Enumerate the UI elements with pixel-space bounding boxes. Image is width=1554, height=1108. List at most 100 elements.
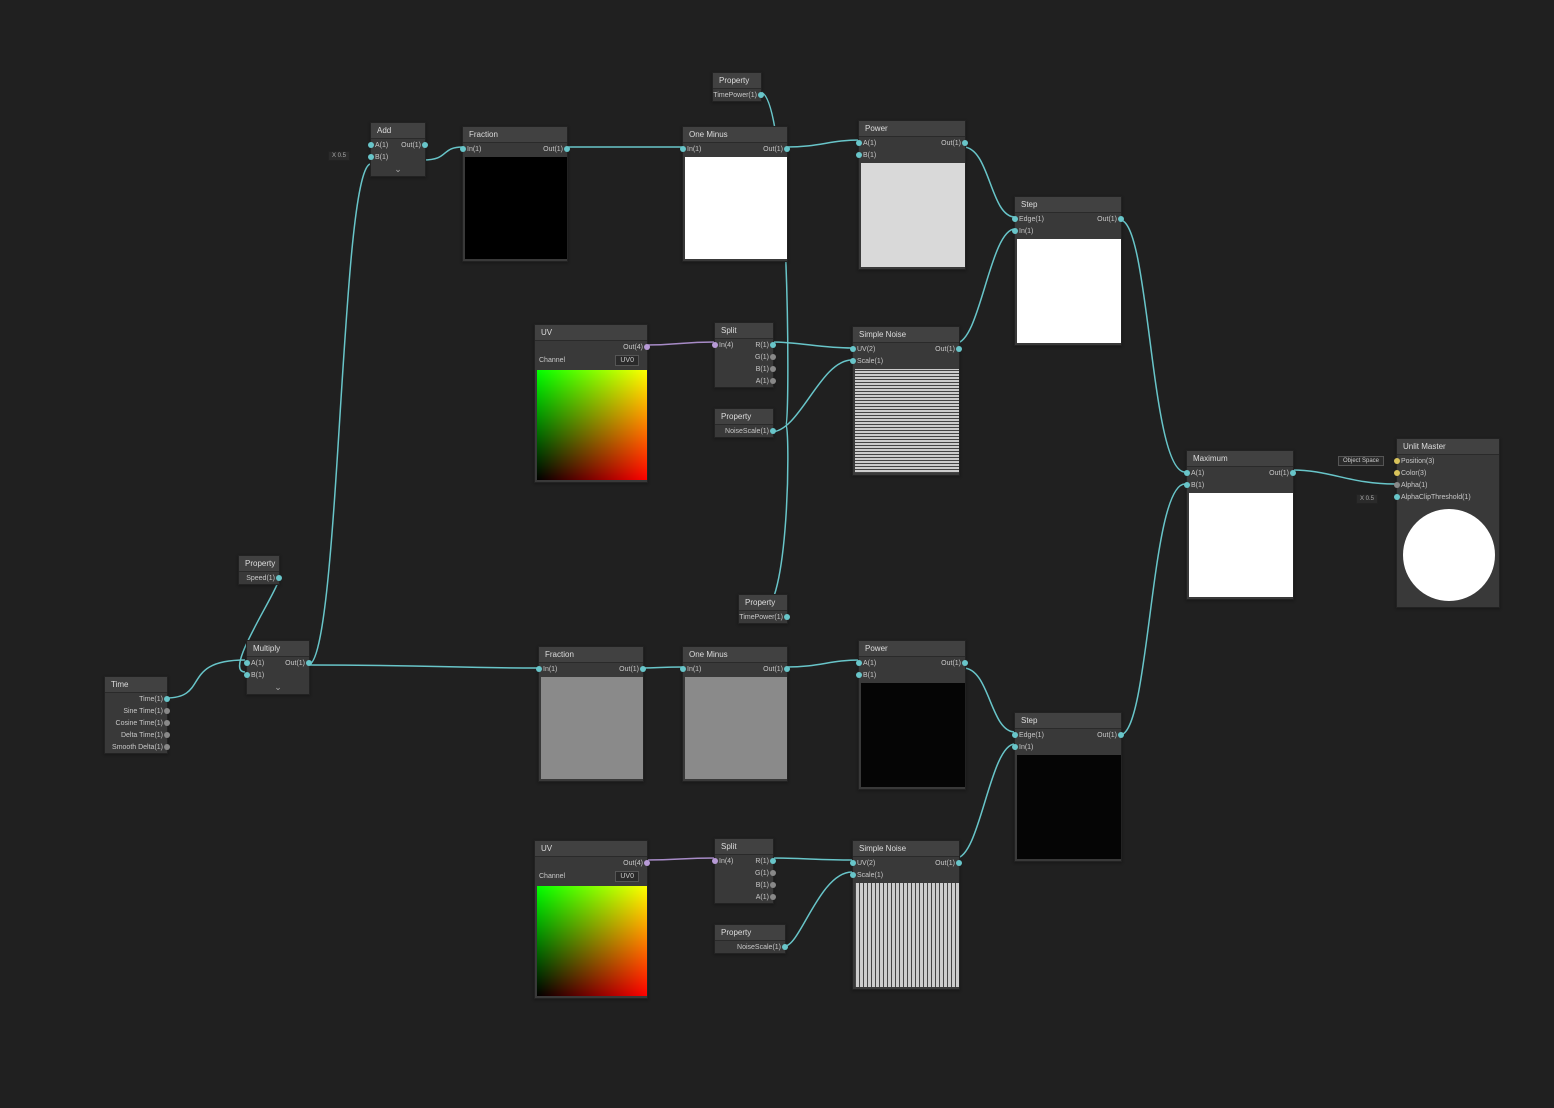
node-split-2[interactable]: Split In(4)R(1) G(1) B(1) A(1): [714, 838, 774, 904]
port-out[interactable]: [164, 708, 170, 714]
node-split-1[interactable]: Split In(4)R(1) G(1) B(1) A(1): [714, 322, 774, 388]
node-one-minus-1[interactable]: One Minus In(1)Out(1): [682, 126, 788, 262]
master-alphaclip-field[interactable]: X 0.5: [1356, 494, 1378, 504]
port-in-b[interactable]: [368, 154, 374, 160]
port-out-b[interactable]: [770, 882, 776, 888]
chevron-down-icon[interactable]: ⌄: [247, 681, 309, 694]
port-in-in[interactable]: [1012, 228, 1018, 234]
node-time[interactable]: Time Time(1) Sine Time(1) Cosine Time(1)…: [104, 676, 168, 754]
port-out[interactable]: [1290, 470, 1296, 476]
port-out[interactable]: [1118, 216, 1124, 222]
port-in-a[interactable]: [1184, 470, 1190, 476]
port-out-a[interactable]: [770, 378, 776, 384]
port-out[interactable]: [564, 146, 570, 152]
port-in-color[interactable]: [1394, 470, 1400, 476]
port-in-b[interactable]: [244, 672, 250, 678]
node-one-minus-2[interactable]: One Minus In(1)Out(1): [682, 646, 788, 782]
port-out-r[interactable]: [770, 342, 776, 348]
port-out-r[interactable]: [770, 858, 776, 864]
port-in-scale[interactable]: [850, 872, 856, 878]
port-out-a[interactable]: [770, 894, 776, 900]
port-in-alphaclip[interactable]: [1394, 494, 1400, 500]
port-in-in[interactable]: [1012, 744, 1018, 750]
port-out[interactable]: [758, 92, 764, 98]
node-title: Unlit Master: [1397, 439, 1499, 455]
port-in-uv[interactable]: [850, 346, 856, 352]
port-out[interactable]: [770, 428, 776, 434]
port-in-b[interactable]: [856, 152, 862, 158]
node-unlit-master[interactable]: Unlit Master Position(3) Color(3) Alpha(…: [1396, 438, 1500, 608]
port-in-a[interactable]: [244, 660, 250, 666]
node-simple-noise-2[interactable]: Simple Noise UV(2)Out(1) Scale(1): [852, 840, 960, 990]
port-in[interactable]: [712, 342, 718, 348]
node-step-1[interactable]: Step Edge(1)Out(1) In(1): [1014, 196, 1122, 346]
node-add[interactable]: Add A(1)Out(1) B(1) ⌄: [370, 122, 426, 177]
port-out[interactable]: [784, 666, 790, 672]
port-in[interactable]: [460, 146, 466, 152]
node-title: Power: [859, 641, 965, 657]
port-in-edge[interactable]: [1012, 732, 1018, 738]
port-out[interactable]: [782, 944, 788, 950]
port-out[interactable]: [644, 344, 650, 350]
node-title: Fraction: [463, 127, 567, 143]
port-in[interactable]: [680, 146, 686, 152]
port-out[interactable]: [1118, 732, 1124, 738]
node-step-2[interactable]: Step Edge(1)Out(1) In(1): [1014, 712, 1122, 862]
chevron-down-icon[interactable]: ⌄: [371, 163, 425, 176]
port-in[interactable]: [536, 666, 542, 672]
port-out-b[interactable]: [770, 366, 776, 372]
port-in[interactable]: [712, 858, 718, 864]
node-title: One Minus: [683, 127, 787, 143]
node-title: Property: [715, 409, 773, 425]
port-out[interactable]: [962, 660, 968, 666]
port-out-g[interactable]: [770, 354, 776, 360]
port-in-b[interactable]: [856, 672, 862, 678]
port-out-g[interactable]: [770, 870, 776, 876]
node-title: Add: [371, 123, 425, 139]
port-in-a[interactable]: [368, 142, 374, 148]
port-out[interactable]: [962, 140, 968, 146]
port-out[interactable]: [164, 696, 170, 702]
port-in[interactable]: [680, 666, 686, 672]
port-out[interactable]: [784, 146, 790, 152]
master-space-dropdown[interactable]: Object Space: [1338, 456, 1384, 466]
node-uv-2[interactable]: UV Out(4) Channel UV0: [534, 840, 648, 999]
node-title: Step: [1015, 197, 1121, 213]
node-simple-noise-1[interactable]: Simple Noise UV(2)Out(1) Scale(1): [852, 326, 960, 476]
node-fraction-2[interactable]: Fraction In(1)Out(1): [538, 646, 644, 782]
port-out[interactable]: [644, 860, 650, 866]
port-in-a[interactable]: [856, 140, 862, 146]
node-multiply[interactable]: Multiply A(1)Out(1) B(1) ⌄: [246, 640, 310, 695]
port-out[interactable]: [422, 142, 428, 148]
add-x-field[interactable]: X 0.5: [328, 151, 350, 161]
port-out[interactable]: [164, 732, 170, 738]
port-out[interactable]: [956, 346, 962, 352]
port-out[interactable]: [784, 614, 790, 620]
node-property-speed[interactable]: Property Speed(1): [238, 555, 280, 585]
node-property-noisescale-2[interactable]: Property NoiseScale(1): [714, 924, 786, 954]
uv-channel-dropdown[interactable]: UV0: [615, 355, 639, 366]
uv-channel-dropdown[interactable]: UV0: [615, 871, 639, 882]
port-in-b[interactable]: [1184, 482, 1190, 488]
node-title: Power: [859, 121, 965, 137]
port-out[interactable]: [164, 744, 170, 750]
node-power-1[interactable]: Power A(1)Out(1) B(1): [858, 120, 966, 270]
node-uv-1[interactable]: UV Out(4) Channel UV0: [534, 324, 648, 483]
port-in-uv[interactable]: [850, 860, 856, 866]
port-in-edge[interactable]: [1012, 216, 1018, 222]
node-property-timepower-1[interactable]: Property TimePower(1): [712, 72, 762, 102]
port-in-position[interactable]: [1394, 458, 1400, 464]
node-property-noisescale-1[interactable]: Property NoiseScale(1): [714, 408, 774, 438]
port-out[interactable]: [164, 720, 170, 726]
node-property-timepower-2[interactable]: Property TimePower(1): [738, 594, 788, 624]
port-in-alpha[interactable]: [1394, 482, 1400, 488]
port-out[interactable]: [640, 666, 646, 672]
port-out[interactable]: [306, 660, 312, 666]
node-maximum[interactable]: Maximum A(1)Out(1) B(1): [1186, 450, 1294, 600]
node-power-2[interactable]: Power A(1)Out(1) B(1): [858, 640, 966, 790]
node-fraction-1[interactable]: Fraction In(1)Out(1): [462, 126, 568, 262]
port-in-a[interactable]: [856, 660, 862, 666]
port-out[interactable]: [956, 860, 962, 866]
port-out[interactable]: [276, 575, 282, 581]
port-in-scale[interactable]: [850, 358, 856, 364]
